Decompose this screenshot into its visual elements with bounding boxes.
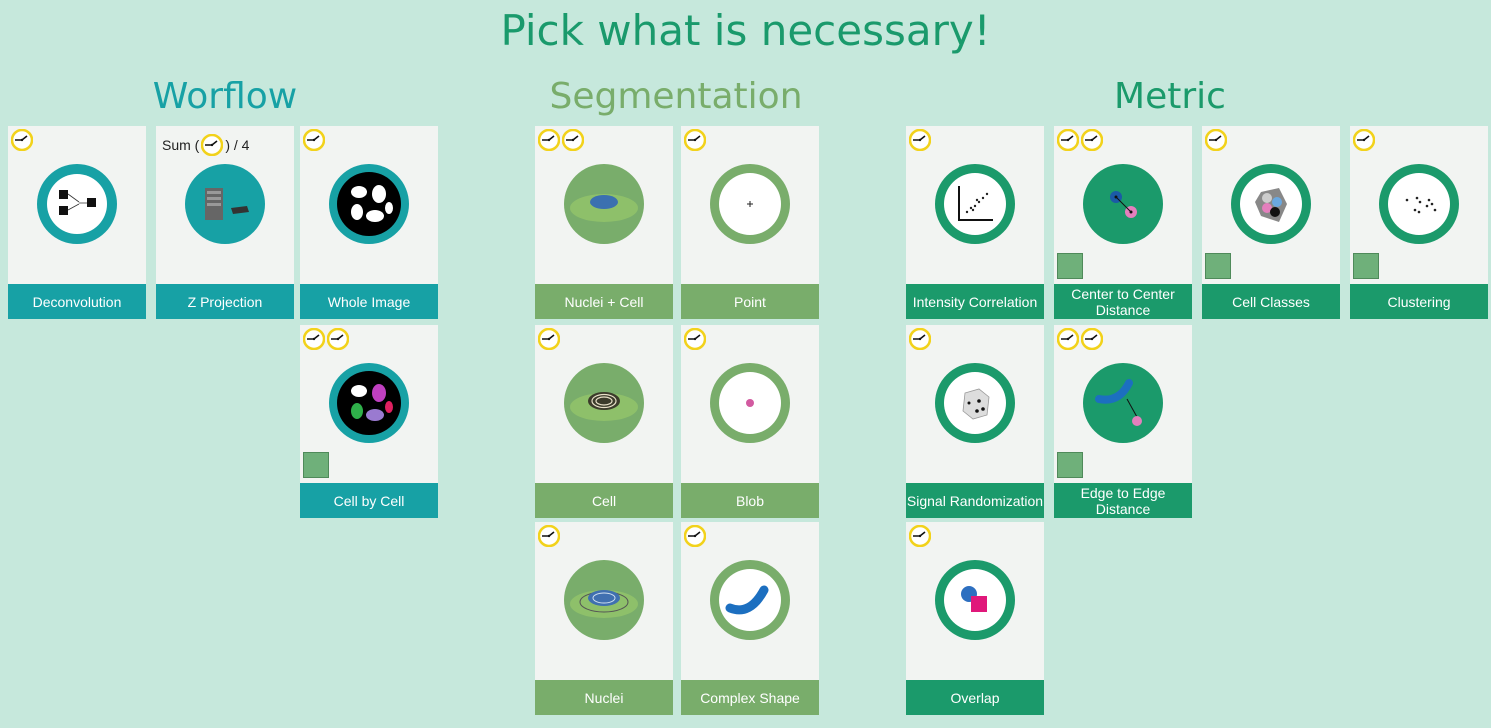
clock-icon xyxy=(684,129,706,151)
card-clustering[interactable]: Clustering xyxy=(1350,126,1488,319)
card-deconvolution[interactable]: Deconvolution xyxy=(8,126,146,319)
card-overlap[interactable]: Overlap xyxy=(906,522,1044,715)
analysis-badge-icon xyxy=(1205,253,1231,279)
analysis-badge-icon xyxy=(1353,253,1379,279)
complex-shape-icon xyxy=(710,560,790,640)
clustering-icon xyxy=(1379,164,1459,244)
cell-by-cell-icon xyxy=(329,363,409,443)
card-label: Nuclei xyxy=(535,680,673,715)
formula-suffix: ) / 4 xyxy=(225,137,250,153)
clock-icon xyxy=(1353,129,1375,151)
card-label: Point xyxy=(681,284,819,319)
server-icon xyxy=(185,164,265,244)
clock-icon xyxy=(538,129,560,151)
card-label: Clustering xyxy=(1350,284,1488,319)
clock-icon xyxy=(11,129,33,151)
clock-icon xyxy=(684,525,706,547)
card-cell-by-cell[interactable]: Cell by Cell xyxy=(300,325,438,518)
clock-icon xyxy=(909,525,931,547)
clock-icon xyxy=(1057,328,1079,350)
clock-icon xyxy=(909,328,931,350)
point-icon xyxy=(710,164,790,244)
card-label: Complex Shape xyxy=(681,680,819,715)
section-title-metric: Metric xyxy=(1114,76,1226,117)
nuclei-cell-icon xyxy=(564,164,644,244)
clock-icon xyxy=(1081,328,1103,350)
card-label: Signal Randomization xyxy=(906,483,1044,518)
card-label: Z Projection xyxy=(156,284,294,319)
z-projection-formula: Sum ( ) / 4 xyxy=(162,134,249,156)
whole-image-icon xyxy=(329,164,409,244)
formula-prefix: Sum ( xyxy=(162,137,200,153)
card-edge-to-edge-distance[interactable]: Edge to Edge Distance xyxy=(1054,325,1192,518)
section-title-segmentation: Segmentation xyxy=(549,76,803,117)
card-label: Cell Classes xyxy=(1202,284,1340,319)
blob-icon xyxy=(710,363,790,443)
clock-icon xyxy=(201,134,224,156)
clock-icon xyxy=(684,328,706,350)
dice-icon xyxy=(935,363,1015,443)
page-title: Pick what is necessary! xyxy=(500,6,991,55)
edge-distance-icon xyxy=(1083,363,1163,443)
card-label: Whole Image xyxy=(300,284,438,319)
card-label: Intensity Correlation xyxy=(906,284,1044,319)
card-signal-randomization[interactable]: Signal Randomization xyxy=(906,325,1044,518)
clock-icon xyxy=(1205,129,1227,151)
deconvolution-icon xyxy=(37,164,117,244)
card-point[interactable]: Point xyxy=(681,126,819,319)
overlap-icon xyxy=(935,560,1015,640)
clock-icon xyxy=(562,129,584,151)
card-label: Blob xyxy=(681,483,819,518)
analysis-badge-icon xyxy=(303,452,329,478)
card-intensity-correlation[interactable]: Intensity Correlation xyxy=(906,126,1044,319)
section-title-workflow: Worflow xyxy=(152,76,298,117)
clock-icon xyxy=(1081,129,1103,151)
clock-icon xyxy=(538,525,560,547)
center-distance-icon xyxy=(1083,164,1163,244)
clock-icon xyxy=(1057,129,1079,151)
card-nuclei[interactable]: Nuclei xyxy=(535,522,673,715)
analysis-badge-icon xyxy=(1057,253,1083,279)
card-label: Center to Center Distance xyxy=(1054,284,1192,319)
card-label: Nuclei + Cell xyxy=(535,284,673,319)
clock-icon xyxy=(909,129,931,151)
card-cell-classes[interactable]: Cell Classes xyxy=(1202,126,1340,319)
card-label: Cell xyxy=(535,483,673,518)
card-label: Cell by Cell xyxy=(300,483,438,518)
cell-icon xyxy=(564,363,644,443)
card-blob[interactable]: Blob xyxy=(681,325,819,518)
nuclei-icon xyxy=(564,560,644,640)
card-nuclei-cell[interactable]: Nuclei + Cell xyxy=(535,126,673,319)
clock-icon xyxy=(538,328,560,350)
clock-icon xyxy=(327,328,349,350)
clock-icon xyxy=(303,328,325,350)
card-label: Overlap xyxy=(906,680,1044,715)
card-center-to-center-distance[interactable]: Center to Center Distance xyxy=(1054,126,1192,319)
card-cell[interactable]: Cell xyxy=(535,325,673,518)
scatter-plot-icon xyxy=(935,164,1015,244)
card-complex-shape[interactable]: Complex Shape xyxy=(681,522,819,715)
card-whole-image[interactable]: Whole Image xyxy=(300,126,438,319)
card-z-projection[interactable]: Sum ( ) / 4 Z Projection xyxy=(156,126,294,319)
analysis-badge-icon xyxy=(1057,452,1083,478)
clock-icon xyxy=(303,129,325,151)
cell-classes-icon xyxy=(1231,164,1311,244)
card-label: Edge to Edge Distance xyxy=(1054,483,1192,518)
card-label: Deconvolution xyxy=(8,284,146,319)
